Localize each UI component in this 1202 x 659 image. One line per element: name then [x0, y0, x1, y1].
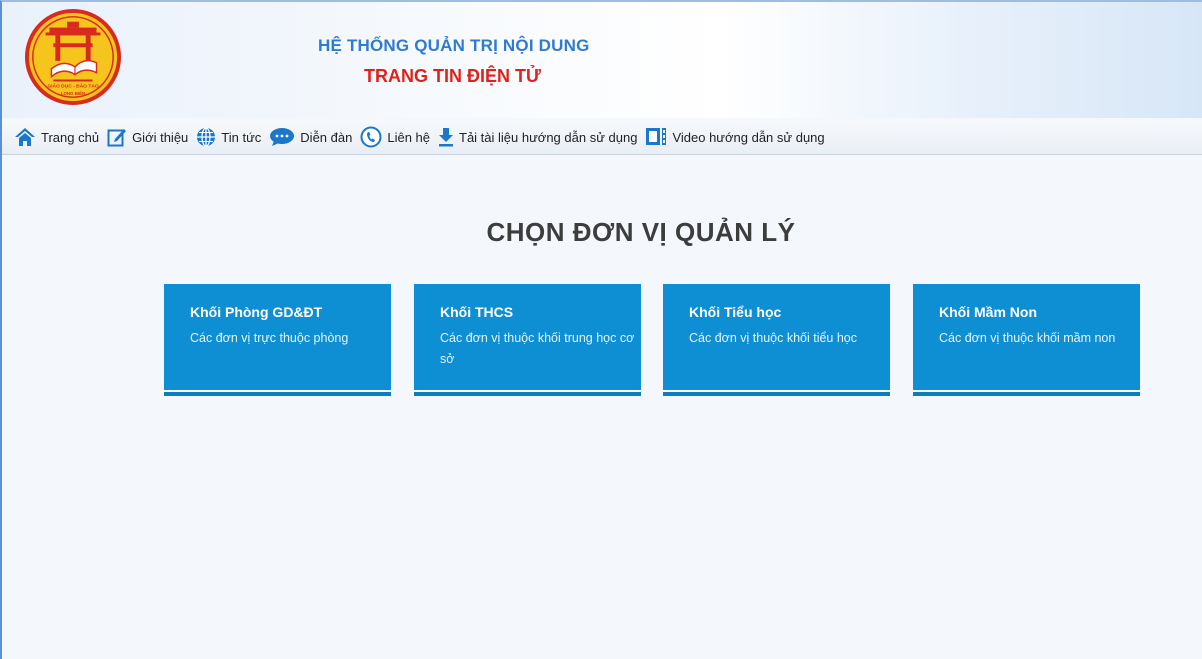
download-icon	[439, 128, 453, 147]
nav-item-home[interactable]: Trang chủ	[14, 127, 99, 147]
nav-item-video-guide[interactable]: Video hướng dẫn sử dụng	[645, 127, 825, 147]
video-icon	[646, 128, 667, 145]
logo: GIÁO DỤC - ĐÀO TẠO LONG BIÊN	[24, 8, 122, 106]
nav-item-news[interactable]: Tin tức	[196, 127, 261, 147]
card-phong-gddt[interactable]: Khối Phòng GD&ĐT Các đơn vị trực thuộc p…	[164, 284, 391, 396]
nav-label-news: Tin tức	[221, 129, 262, 145]
card-tieu-hoc[interactable]: Khối Tiểu học Các đơn vị thuộc khối tiểu…	[663, 284, 890, 396]
nav-label-home: Trang chủ	[41, 129, 100, 145]
nav-item-forum[interactable]: Diễn đàn	[269, 127, 352, 147]
nav-item-about[interactable]: Giới thiệu	[107, 127, 188, 147]
nav-item-download-guide[interactable]: Tải tài liệu hướng dẫn sử dụng	[438, 127, 637, 147]
app-window: GIÁO DỤC - ĐÀO TẠO LONG BIÊN HỆ THỐNG QU…	[0, 0, 1202, 659]
edit-icon	[107, 129, 127, 147]
nav-label-download-guide: Tải tài liệu hướng dẫn sử dụng	[459, 129, 638, 145]
nav-label-forum: Diễn đàn	[300, 129, 353, 145]
card-title: Khối Mầm Non	[939, 304, 1037, 320]
nav-label-contact: Liên hệ	[387, 129, 430, 145]
nav-bar: Trang chủ Giới thiệu Tin tức Diễn đàn Li…	[2, 120, 1202, 155]
card-description: Các đơn vị thuộc khối mầm non	[939, 331, 1116, 345]
card-title: Khối THCS	[440, 304, 514, 320]
svg-text:LONG BIÊN: LONG BIÊN	[61, 89, 85, 96]
card-description: Các đơn vị thuộc khối tiểu học	[689, 331, 858, 345]
card-mam-non[interactable]: Khối Mầm Non Các đơn vị thuộc khối mầm n…	[913, 284, 1140, 396]
globe-icon	[197, 127, 216, 147]
nav-label-video-guide: Video hướng dẫn sử dụng	[672, 129, 825, 145]
card-description: Các đơn vị thuộc khối trung học cơ sở	[440, 331, 635, 366]
site-title: TRANG TIN ĐIỆN TỬ	[364, 66, 541, 86]
card-title: Khối Tiểu học	[689, 304, 782, 320]
page-header: GIÁO DỤC - ĐÀO TẠO LONG BIÊN HỆ THỐNG QU…	[2, 2, 1202, 118]
card-description: Các đơn vị trực thuộc phòng	[190, 331, 349, 345]
nav-label-about: Giới thiệu	[132, 129, 189, 145]
system-title: HỆ THỐNG QUẢN TRỊ NỘI DUNG	[318, 36, 590, 55]
phone-icon	[360, 126, 382, 148]
home-icon	[15, 128, 35, 146]
nav-item-contact[interactable]: Liên hệ	[360, 126, 430, 148]
page-title: CHỌN ĐƠN VỊ QUẢN LÝ	[486, 217, 796, 247]
main-content: CHỌN ĐƠN VỊ QUẢN LÝ Khối Phòng GD&ĐT Các…	[2, 155, 1202, 659]
svg-text:GIÁO DỤC - ĐÀO TẠO: GIÁO DỤC - ĐÀO TẠO	[47, 82, 99, 89]
card-title: Khối Phòng GD&ĐT	[190, 304, 323, 320]
chat-icon	[270, 128, 295, 146]
card-thcs[interactable]: Khối THCS Các đơn vị thuộc khối trung họ…	[414, 284, 641, 396]
